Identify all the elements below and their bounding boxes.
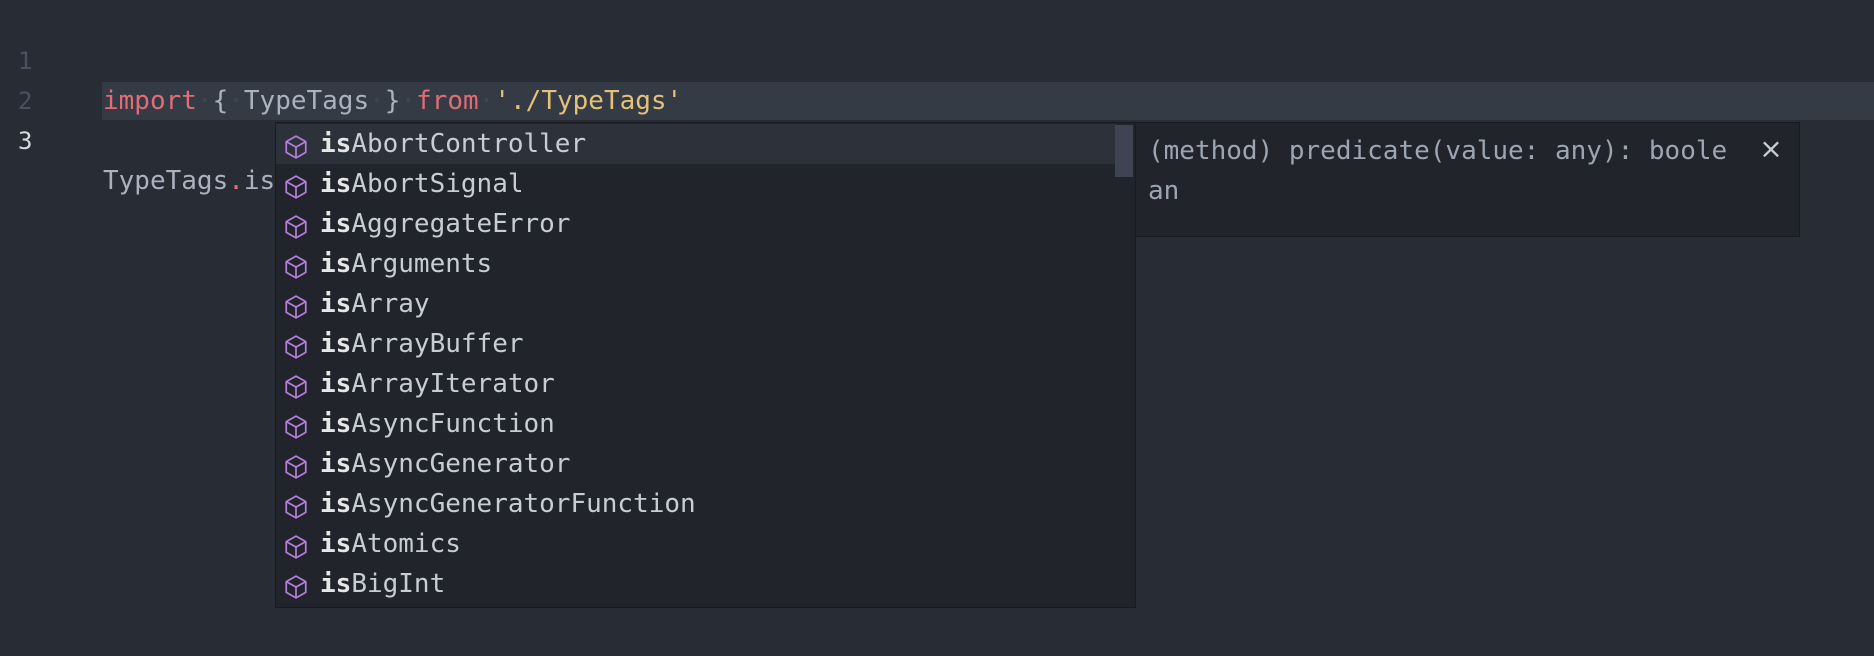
suggest-item-match: is <box>320 369 352 399</box>
cube-icon <box>283 452 309 479</box>
suggest-item-label: isBigInt <box>320 564 445 604</box>
suggest-item-match: is <box>320 329 352 359</box>
cube-icon <box>283 332 309 359</box>
cube-icon <box>283 292 309 319</box>
suggest-item-rest: ArrayIterator <box>351 369 555 399</box>
suggest-scrollbar-thumb[interactable] <box>1115 125 1133 177</box>
suggest-item-label: isArrayIterator <box>320 364 555 404</box>
cube-icon <box>283 252 309 279</box>
member-partial: is <box>243 166 276 196</box>
suggest-item[interactable]: isAggregateError <box>276 204 1116 244</box>
suggest-item-rest: AsyncGeneratorFunction <box>351 489 696 519</box>
cube-icon <box>283 172 309 199</box>
suggest-item[interactable]: isAtomics <box>276 524 1116 564</box>
suggest-item[interactable]: isAbortController <box>276 124 1116 164</box>
suggest-item-label: isAsyncGenerator <box>320 444 570 484</box>
object-name: TypeTags <box>103 166 229 196</box>
cube-icon <box>283 412 309 439</box>
suggest-item-match: is <box>320 569 352 599</box>
suggest-item[interactable]: isArray <box>276 284 1116 324</box>
cube-icon <box>283 212 309 239</box>
suggest-item-match: is <box>320 489 352 519</box>
suggest-item-match: is <box>320 449 352 479</box>
member-access-dot: . <box>228 166 244 196</box>
suggest-item-match: is <box>320 289 352 319</box>
suggest-item-rest: Array <box>351 289 430 319</box>
close-icon[interactable]: × <box>1755 133 1787 165</box>
suggest-item[interactable]: isArrayIterator <box>276 364 1116 404</box>
suggest-item[interactable]: isAsyncGenerator <box>276 444 1116 484</box>
suggest-item[interactable]: isArrayBuffer <box>276 324 1116 364</box>
suggest-item-rest: Arguments <box>351 249 493 279</box>
editor-line-1[interactable]: 1 import·{·TypeTags·}·from·'./TypeTags' <box>0 1 1874 116</box>
suggest-item-match: is <box>320 529 352 559</box>
suggest-item-rest: BigInt <box>351 569 446 599</box>
line-number-3: 3 <box>18 127 33 155</box>
suggest-item-label: isArguments <box>320 244 492 284</box>
suggest-item-rest: AggregateError <box>351 209 571 239</box>
cube-icon <box>283 532 309 559</box>
code-editor[interactable]: 1 import·{·TypeTags·}·from·'./TypeTags' … <box>0 0 1874 656</box>
suggest-item-match: is <box>320 169 352 199</box>
suggest-item-rest: ArrayBuffer <box>351 329 524 359</box>
suggest-item[interactable]: isAbortSignal <box>276 164 1116 204</box>
suggest-item-label: isAbortSignal <box>320 164 524 204</box>
suggest-item-label: isAbortController <box>320 124 586 164</box>
suggest-item-rest: AsyncGenerator <box>351 449 571 479</box>
autocomplete-suggest-widget[interactable]: isAbortController isAbortSignal isAggregat… <box>275 122 1136 608</box>
suggest-item[interactable]: isAsyncFunction <box>276 404 1116 444</box>
editor-line-2[interactable]: 2 <box>0 41 1874 115</box>
suggest-item-label: isAggregateError <box>320 204 570 244</box>
suggest-item-match: is <box>320 249 352 279</box>
suggest-item-rest: Atomics <box>351 529 461 559</box>
suggest-item[interactable]: isBigInt <box>276 564 1116 604</box>
code-line-3[interactable]: TypeTags.is <box>103 161 275 201</box>
suggest-item-label: isArrayBuffer <box>320 324 524 364</box>
suggest-details-panel: (method) predicate(value: any): boolean … <box>1136 122 1800 237</box>
suggest-item-label: isArray <box>320 284 430 324</box>
cube-icon <box>283 492 309 519</box>
suggest-item[interactable]: isArguments <box>276 244 1116 284</box>
method-signature: (method) predicate(value: any): boolean <box>1148 136 1728 206</box>
cube-icon <box>283 372 309 399</box>
suggest-item-match: is <box>320 209 352 239</box>
cube-icon <box>283 572 309 599</box>
suggest-item-match: is <box>320 409 352 439</box>
suggest-item-label: isAsyncGeneratorFunction <box>320 484 696 524</box>
suggest-item-rest: AbortSignal <box>351 169 524 199</box>
suggest-scrollbar[interactable] <box>1115 123 1135 607</box>
suggest-item-label: isAsyncFunction <box>320 404 555 444</box>
suggest-item-match: is <box>320 129 352 159</box>
suggest-item-rest: AbortController <box>351 129 587 159</box>
editor-line-3[interactable]: 3 TypeTags.is <box>0 81 1874 196</box>
suggest-item-label: isAtomics <box>320 524 461 564</box>
cube-icon <box>283 132 309 159</box>
suggest-item[interactable]: isAsyncGeneratorFunction <box>276 484 1116 524</box>
suggest-item-rest: AsyncFunction <box>351 409 555 439</box>
